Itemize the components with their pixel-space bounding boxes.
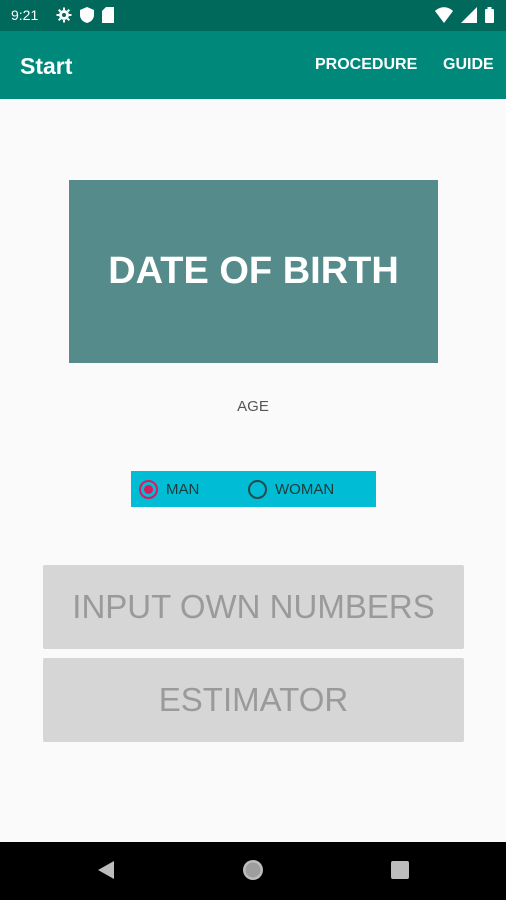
status-time: 9:21 bbox=[11, 7, 39, 23]
woman-radio[interactable]: WOMAN bbox=[248, 478, 334, 500]
radio-unchecked-icon bbox=[248, 479, 267, 499]
wifi-icon bbox=[435, 7, 453, 23]
battery-icon bbox=[485, 7, 494, 23]
radio-checked-icon bbox=[139, 479, 158, 499]
man-label: MAN bbox=[166, 480, 200, 498]
man-radio[interactable]: MAN bbox=[139, 478, 199, 500]
input-own-numbers-button[interactable]: INPUT OWN NUMBERS bbox=[43, 565, 464, 649]
shield-icon bbox=[80, 7, 94, 23]
navigation-bar bbox=[0, 842, 506, 900]
app-bar: Start PROCEDURE GUIDE bbox=[0, 31, 506, 99]
recents-icon[interactable] bbox=[390, 859, 410, 886]
age-label: AGE bbox=[237, 398, 269, 415]
date-of-birth-button[interactable]: DATE OF BIRTH bbox=[69, 180, 438, 363]
back-icon[interactable] bbox=[96, 859, 116, 886]
home-icon[interactable] bbox=[242, 859, 264, 886]
app-title: Start bbox=[20, 53, 73, 79]
signal-icon bbox=[461, 7, 477, 23]
date-of-birth-label: DATE OF BIRTH bbox=[108, 250, 399, 292]
settings-icon bbox=[56, 7, 72, 23]
status-bar: 9:21 bbox=[0, 0, 506, 31]
procedure-button[interactable]: PROCEDURE bbox=[315, 56, 417, 74]
gender-radio-group: MAN WOMAN bbox=[131, 471, 376, 507]
guide-button[interactable]: GUIDE bbox=[443, 56, 494, 74]
woman-label: WOMAN bbox=[275, 480, 335, 498]
sd-card-icon bbox=[102, 7, 114, 23]
estimator-button[interactable]: ESTIMATOR bbox=[43, 658, 464, 742]
